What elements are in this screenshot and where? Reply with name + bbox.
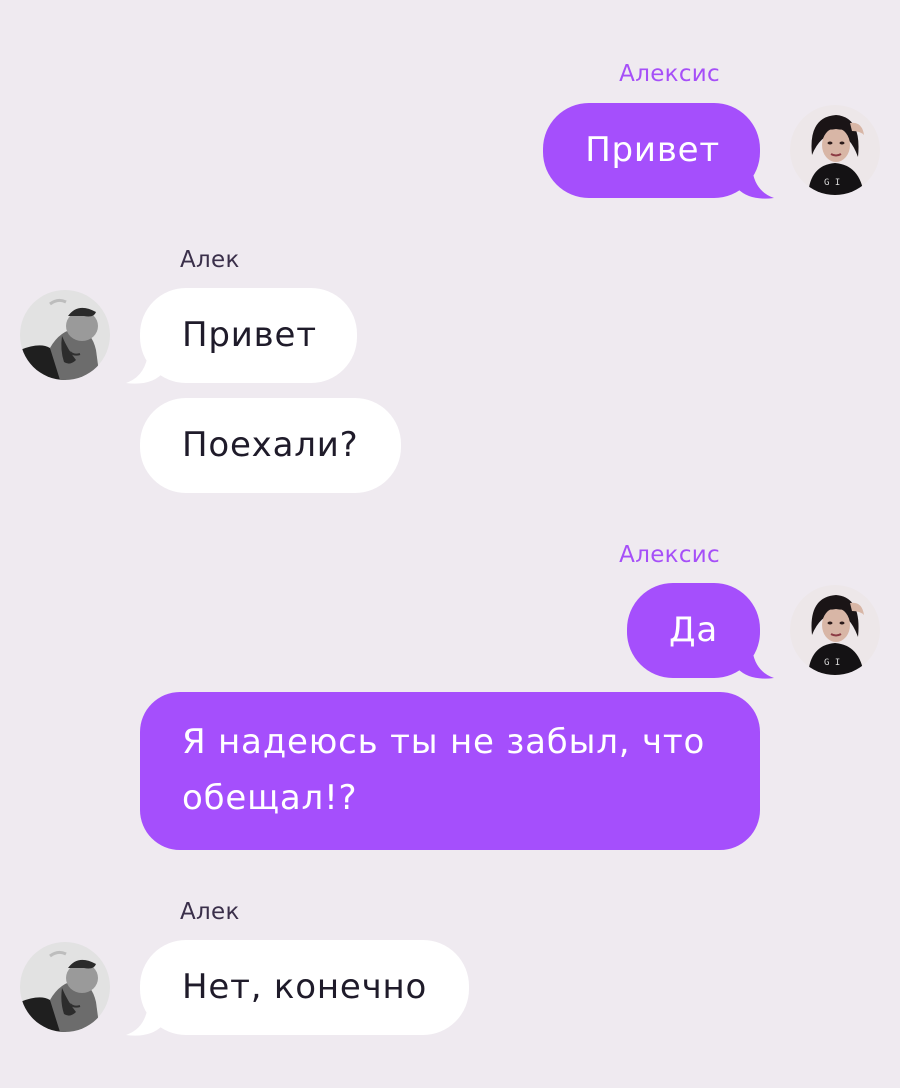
sender-name: Алек (180, 899, 240, 925)
message-bubble-incoming[interactable]: Нет, конечно (140, 940, 470, 1035)
message-text: Привет (585, 130, 720, 170)
svg-text:G I: G I (824, 178, 840, 188)
sender-name: Алек (180, 247, 240, 273)
svg-text:G I: G I (824, 658, 840, 668)
sender-name: Алексис (619, 61, 720, 87)
woman-avatar[interactable]: G I (790, 105, 880, 195)
message-text: Да (669, 610, 718, 650)
man-avatar[interactable] (20, 942, 110, 1032)
message-bubble-incoming[interactable]: Поехали? (140, 398, 401, 493)
bubble-tail (738, 647, 774, 679)
bubble-tail (126, 1004, 162, 1036)
message-text: Я надеюсь ты не забыл, что обещал!? (182, 722, 706, 818)
sender-name: Алексис (619, 542, 720, 568)
message-bubble-incoming[interactable]: Привет (140, 288, 357, 383)
message-text: Поехали? (182, 425, 359, 465)
message-text: Нет, конечно (182, 967, 428, 1007)
message-text: Привет (182, 315, 317, 355)
woman-avatar[interactable]: G I (790, 585, 880, 675)
message-bubble-outgoing[interactable]: Я надеюсь ты не забыл, что обещал!? (140, 692, 760, 850)
man-avatar[interactable] (20, 290, 110, 380)
bubble-tail (738, 167, 774, 199)
message-bubble-outgoing[interactable]: Привет (543, 103, 760, 198)
bubble-tail (126, 352, 162, 384)
